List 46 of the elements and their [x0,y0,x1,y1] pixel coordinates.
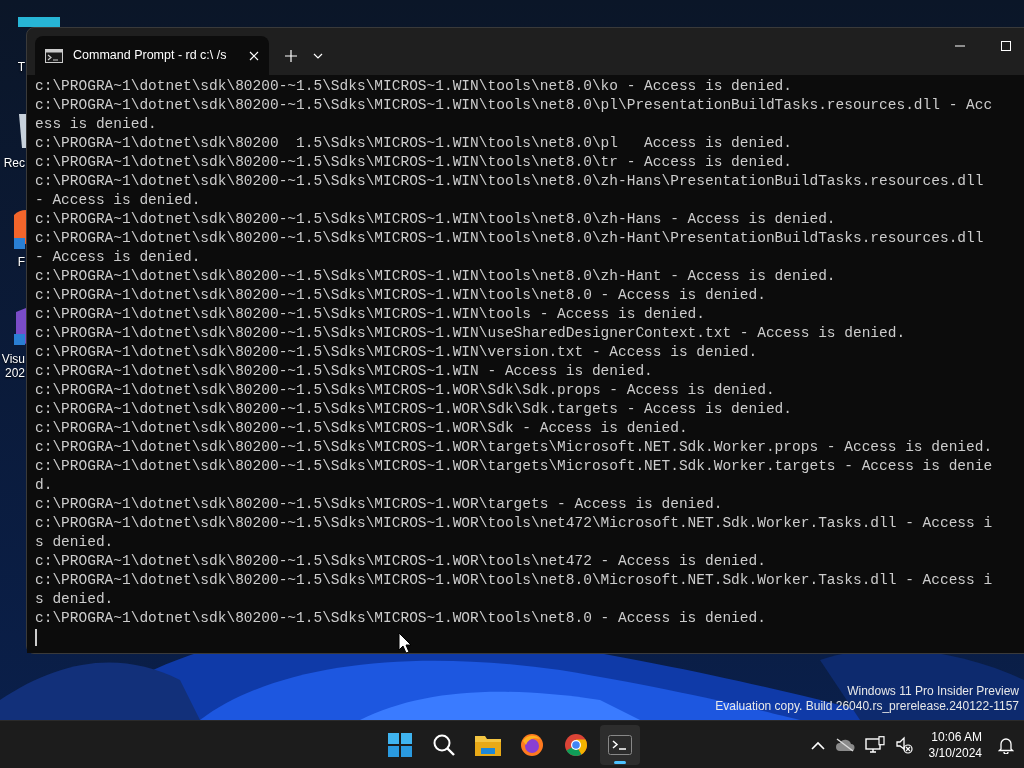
terminal-line: c:\PROGRA~1\dotnet\sdk\80200-~1.5\Sdks\MICROS~1.WIN\tools\net8.0\tr - Access is denied. [35,153,794,172]
terminal-line: c:\PROGRA~1\dotnet\sdk\80200-~1.5\Sdks\MICROS~1.WIN\tools\net8.0\zh-Hant\PresentationBuildTasks.resources.dll [35,229,985,248]
terminal-line: c:\PROGRA~1\dotnet\sdk\80200 1.5\Sdks\MICROS~1.WIN\tools\net8.0\pl Access is denied. [35,134,794,153]
close-icon[interactable] [249,50,259,61]
clock-date: 3/10/2024 [928,744,982,761]
terminal-line: - Access is denied. [35,248,202,267]
terminal-line: c:\PROGRA~1\dotnet\sdk\80200-~1.5\Sdks\MICROS~1.WIN\tools\net8.0\zh-Hans - Access is denied. [35,210,837,229]
watermark-text: Windows 11 Pro Insider Preview [846,684,1019,699]
terminal-line: c:\PROGRA~1\dotnet\sdk\80200-~1.5\Sdks\MICROS~1.WIN\tools\net8.0\pl\PresentationBuildTasks.resources.dll - Acc [35,96,994,115]
terminal-line: c:\PROGRA~1\dotnet\sdk\80200-~1.5\Sdks\MICROS~1.WIN\tools\net8.0\zh-Hans\PresentationBuildTasks.resources.dll [35,172,985,191]
command-prompt-icon [45,48,63,63]
terminal-line: - Access is denied. [35,191,202,210]
terminal-line: c:\PROGRA~1\dotnet\sdk\80200-~1.5\Sdks\MICROS~1.WIN\tools - Access is denied. [35,305,706,324]
terminal-line: c:\PROGRA~1\dotnet\sdk\80200-~1.5\Sdks\MICROS~1.WOR\targets\Microsoft.NET.Sdk.Worker.targets - Access is denie [35,457,994,476]
terminal-line: c:\PROGRA~1\dotnet\sdk\80200-~1.5\Sdks\MICROS~1.WIN\version.txt - Access is denied. [35,343,759,362]
text-cursor [35,629,37,646]
terminal-line: c:\PROGRA~1\dotnet\sdk\80200-~1.5\Sdks\MICROS~1.WOR\tools\net8.0 - Access is denied. [35,609,767,628]
terminal-line: c:\PROGRA~1\dotnet\sdk\80200-~1.5\Sdks\MICROS~1.WOR\targets\Microsoft.NET.Sdk.Worker.props - Access is denied. [35,438,994,457]
icon-label: Rec [3,156,25,170]
watermark-text: Evaluation copy. Build 26040.rs_prerelease.240122-1157 [715,699,1019,714]
icon-label: T [17,60,25,74]
terminal-line: c:\PROGRA~1\dotnet\sdk\80200-~1.5\Sdks\MICROS~1.WOR\tools\net8.0\Microsoft.NET.Sdk.Worker.Tasks.dll - Access i [35,571,994,590]
terminal-line: c:\PROGRA~1\dotnet\sdk\80200-~1.5\Sdks\MICROS~1.WOR\Sdk\Sdk.targets - Access is denied. [35,400,794,419]
icon-label: 202 [4,366,25,380]
app-icon[interactable] [14,306,26,346]
terminal-line: c:\PROGRA~1\dotnet\sdk\80200-~1.5\Sdks\MICROS~1.WOR\Sdk\Sdk.props - Access is denied. [35,381,776,400]
clock-time: 10:06 AM [930,728,982,745]
tab[interactable]: Command Prompt - rd c:\ /s [35,36,269,75]
icon-label: Visu [1,352,25,366]
terminal-line: c:\PROGRA~1\dotnet\sdk\80200-~1.5\Sdks\MICROS~1.WIN\tools\net8.0\ko - Access is denied. [35,77,794,96]
icon-label: F [17,255,25,269]
terminal-line: c:\PROGRA~1\dotnet\sdk\80200-~1.5\Sdks\MICROS~1.WOR\tools\net472 - Access is denied. [35,552,767,571]
terminal-line: c:\PROGRA~1\dotnet\sdk\80200-~1.5\Sdks\MICROS~1.WIN\tools\net8.0 - Access is denied. [35,286,767,305]
terminal-icon[interactable] [600,725,640,765]
terminal-line: c:\PROGRA~1\dotnet\sdk\80200-~1.5\Sdks\MICROS~1.WOR\tools\net472\Microsoft.NET.Sdk.Worker.Tasks.dll - Access i [35,514,994,533]
browser-icon[interactable] [14,210,26,250]
tab-title: Command Prompt - rd c:\ /s [73,47,228,65]
terminal-line: s denied. [35,533,115,552]
terminal-line: c:\PROGRA~1\dotnet\sdk\80200-~1.5\Sdks\MICROS~1.WIN - Access is denied. [35,362,654,381]
terminal-line: c:\PROGRA~1\dotnet\sdk\80200-~1.5\Sdks\MICROS~1.WOR\targets - Access is denied. [35,495,724,514]
terminal-line: c:\PROGRA~1\dotnet\sdk\80200-~1.5\Sdks\MICROS~1.WIN\useSharedDesignerContext.txt - Access is denied. [35,324,907,343]
terminal-line: c:\PROGRA~1\dotnet\sdk\80200-~1.5\Sdks\MICROS~1.WIN\tools\net8.0\zh-Hant - Access is denied. [35,267,837,286]
terminal-line: ess is denied. [35,115,158,134]
terminal-line: c:\PROGRA~1\dotnet\sdk\80200-~1.5\Sdks\MICROS~1.WOR\Sdk - Access is denied. [35,419,689,438]
terminal-line: s denied. [35,590,115,609]
terminal-line: d. [35,476,54,495]
